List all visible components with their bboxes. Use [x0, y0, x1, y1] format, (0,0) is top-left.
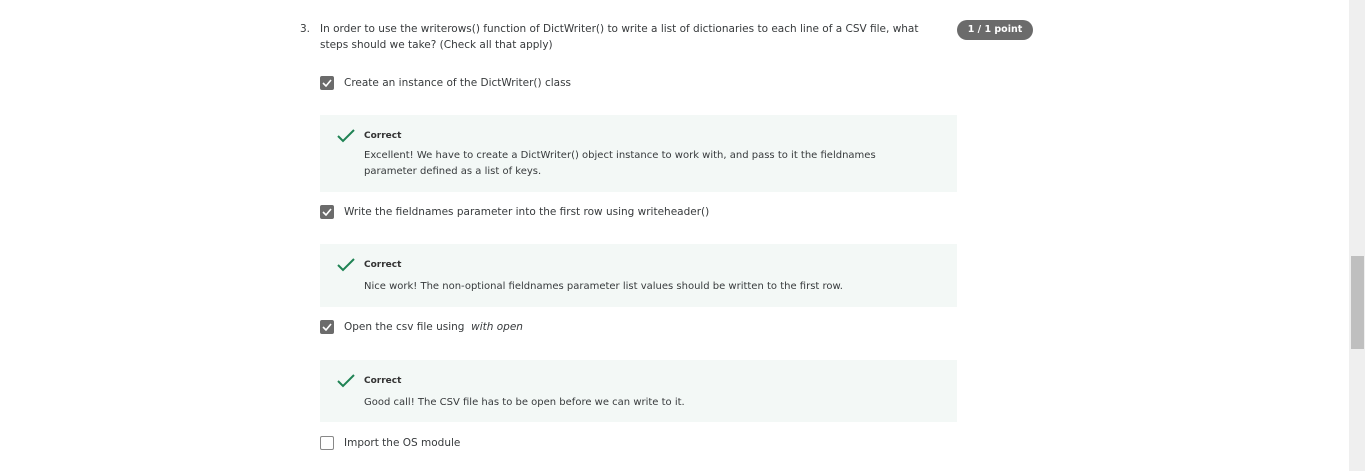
feedback-status: Correct	[364, 131, 402, 141]
option-write-header[interactable]: Write the fieldnames parameter into the …	[320, 205, 709, 219]
option-create-instance[interactable]: Create an instance of the DictWriter() c…	[320, 76, 571, 90]
feedback-box: Correct Excellent! We have to create a D…	[320, 115, 957, 192]
option-label-text: Open the csv file using	[344, 321, 468, 333]
feedback-message: Excellent! We have to create a DictWrite…	[364, 150, 876, 177]
feedback-status: Correct	[364, 376, 402, 386]
option-import-os[interactable]: Import the OS module	[320, 436, 460, 450]
option-open-csv[interactable]: Open the csv file using with open	[320, 320, 523, 334]
checkbox-checked[interactable]	[320, 320, 334, 334]
correct-check-icon	[337, 374, 355, 388]
feedback-message: Good call! The CSV file has to be open b…	[364, 397, 685, 408]
score-badge: 1 / 1 point	[957, 20, 1033, 40]
correct-check-icon	[337, 258, 355, 272]
feedback-box: Correct Nice work! The non-optional fiel…	[320, 244, 957, 307]
feedback-status: Correct	[364, 260, 402, 270]
checkbox-checked[interactable]	[320, 76, 334, 90]
correct-check-icon	[337, 129, 355, 143]
check-icon	[322, 323, 332, 331]
scrollbar[interactable]	[1349, 0, 1365, 471]
option-label: Write the fieldnames parameter into the …	[344, 206, 710, 218]
checkbox-unchecked[interactable]	[320, 436, 334, 450]
option-label: Create an instance of the DictWriter() c…	[344, 77, 572, 89]
scrollbar-thumb[interactable]	[1351, 256, 1364, 349]
option-label: Import the OS module	[344, 437, 461, 449]
check-icon	[322, 208, 332, 216]
option-label: Open the csv file using with open	[344, 321, 523, 333]
question-number: 3.	[300, 23, 311, 35]
question-text: In order to use the writerows() function…	[320, 23, 919, 51]
feedback-message: Nice work! The non-optional fieldnames p…	[364, 281, 843, 292]
checkbox-checked[interactable]	[320, 205, 334, 219]
feedback-box: Correct Good call! The CSV file has to b…	[320, 360, 957, 422]
check-icon	[322, 79, 332, 87]
option-label-emphasis: with open	[471, 321, 523, 333]
